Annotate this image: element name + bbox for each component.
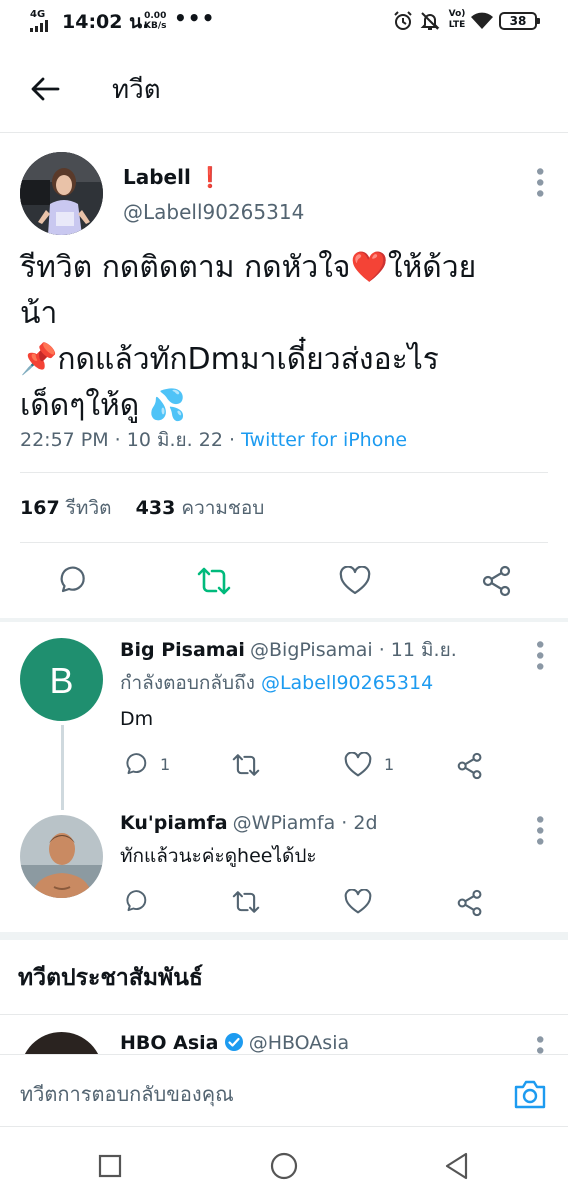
related-header: HBO Asia @HBOAsia bbox=[120, 1031, 349, 1055]
related-author-handle[interactable]: @HBOAsia bbox=[249, 1032, 349, 1054]
tweet-stats: 167 รีทวิต 433 ความชอบ bbox=[20, 497, 265, 519]
author-name[interactable]: Labell ❗ bbox=[123, 164, 223, 190]
avatar-letter: B bbox=[49, 660, 73, 701]
share-icon[interactable] bbox=[457, 889, 483, 917]
related-author-name[interactable]: HBO Asia bbox=[120, 1032, 219, 1054]
volte-indicator: Vo) LTE bbox=[448, 9, 466, 30]
like-count[interactable]: 433 bbox=[136, 497, 176, 519]
reply-author-name[interactable]: Ku'piamfa bbox=[120, 812, 228, 834]
replying-to: กำลังตอบกลับถึง @Labell90265314 bbox=[120, 672, 434, 694]
reply-author-name[interactable]: Big Pisamai bbox=[120, 639, 245, 661]
reply-text: Dm bbox=[120, 708, 154, 730]
stats-divider bbox=[20, 542, 548, 543]
like-icon[interactable] bbox=[344, 889, 372, 915]
reply-input[interactable]: ทวีตการตอบกลับของคุณ bbox=[20, 1081, 234, 1107]
author-avatar[interactable] bbox=[20, 152, 103, 235]
like-icon[interactable] bbox=[339, 566, 371, 596]
thread-line bbox=[61, 725, 64, 810]
net-speed: 0.00 KB/s bbox=[144, 11, 167, 31]
retweet-icon[interactable] bbox=[231, 889, 261, 915]
wifi-icon bbox=[471, 12, 493, 29]
reply-author-handle[interactable]: @BigPisamai · 11 มิ.ย. bbox=[250, 639, 457, 661]
reply-author-handle[interactable]: @WPiamfa · 2d bbox=[233, 812, 378, 834]
back-nav-icon[interactable] bbox=[444, 1152, 470, 1180]
page-title: ทวีต bbox=[112, 75, 161, 105]
clock: 14:02 น. bbox=[62, 11, 150, 33]
more-notifications-icon: ••• bbox=[174, 6, 216, 30]
reply-icon[interactable] bbox=[122, 752, 148, 778]
reply-header: Ku'piamfa @WPiamfa · 2d bbox=[120, 811, 378, 835]
reply-text: ทักแล้วนะค่ะดูheeได้ปะ bbox=[120, 845, 317, 867]
alarm-icon bbox=[394, 11, 412, 30]
replying-to-link[interactable]: @Labell90265314 bbox=[261, 672, 433, 694]
reply-more-icon[interactable]: ••• bbox=[526, 638, 551, 671]
home-icon[interactable] bbox=[270, 1152, 298, 1180]
more-options-icon[interactable]: ••• bbox=[526, 165, 551, 198]
reply-header: Big Pisamai @BigPisamai · 11 มิ.ย. bbox=[120, 638, 457, 662]
camera-icon[interactable] bbox=[513, 1078, 547, 1110]
related-divider bbox=[0, 1014, 568, 1015]
reply-icon[interactable] bbox=[122, 889, 148, 915]
battery-indicator: 38 bbox=[499, 12, 540, 30]
header-divider bbox=[0, 132, 568, 133]
tweet-source-link[interactable]: Twitter for iPhone bbox=[241, 429, 407, 451]
retweet-icon[interactable] bbox=[196, 565, 232, 597]
retweet-icon[interactable] bbox=[231, 752, 261, 778]
related-section-title: ทวีตประชาสัมพันธ์ bbox=[18, 965, 203, 991]
verified-badge-icon bbox=[224, 1033, 243, 1051]
tweet-meta: 22:57 PM · 10 มิ.ย. 22 · Twitter for iPh… bbox=[20, 429, 408, 451]
network-indicator: 4G bbox=[30, 9, 46, 20]
recent-apps-icon[interactable] bbox=[98, 1154, 122, 1178]
share-icon[interactable] bbox=[482, 565, 512, 597]
reply-more-icon[interactable]: ••• bbox=[526, 813, 551, 846]
mute-bell-icon bbox=[420, 12, 440, 30]
share-icon[interactable] bbox=[457, 752, 483, 780]
like-icon[interactable] bbox=[344, 752, 372, 778]
section-divider bbox=[0, 932, 568, 940]
meta-divider bbox=[20, 472, 548, 473]
tweet-text: รีทวิต กดติดตาม กดหัวใจ❤️ให้ด้วย น้า 📌กด… bbox=[20, 250, 477, 423]
like-count: 1 bbox=[384, 755, 395, 774]
status-bar: 4G 14:02 น. 0.00 KB/s ••• Vo) LTE 38 bbox=[0, 0, 568, 44]
signal-icon bbox=[30, 20, 48, 32]
reply-count: 1 bbox=[160, 755, 171, 774]
section-divider bbox=[0, 618, 568, 622]
reply-icon[interactable] bbox=[55, 565, 87, 597]
back-arrow-icon[interactable] bbox=[30, 75, 60, 103]
reply-avatar[interactable] bbox=[20, 815, 103, 898]
retweet-count[interactable]: 167 bbox=[20, 497, 60, 519]
reply-avatar[interactable]: B bbox=[20, 638, 103, 721]
author-handle[interactable]: @Labell90265314 bbox=[123, 199, 304, 225]
